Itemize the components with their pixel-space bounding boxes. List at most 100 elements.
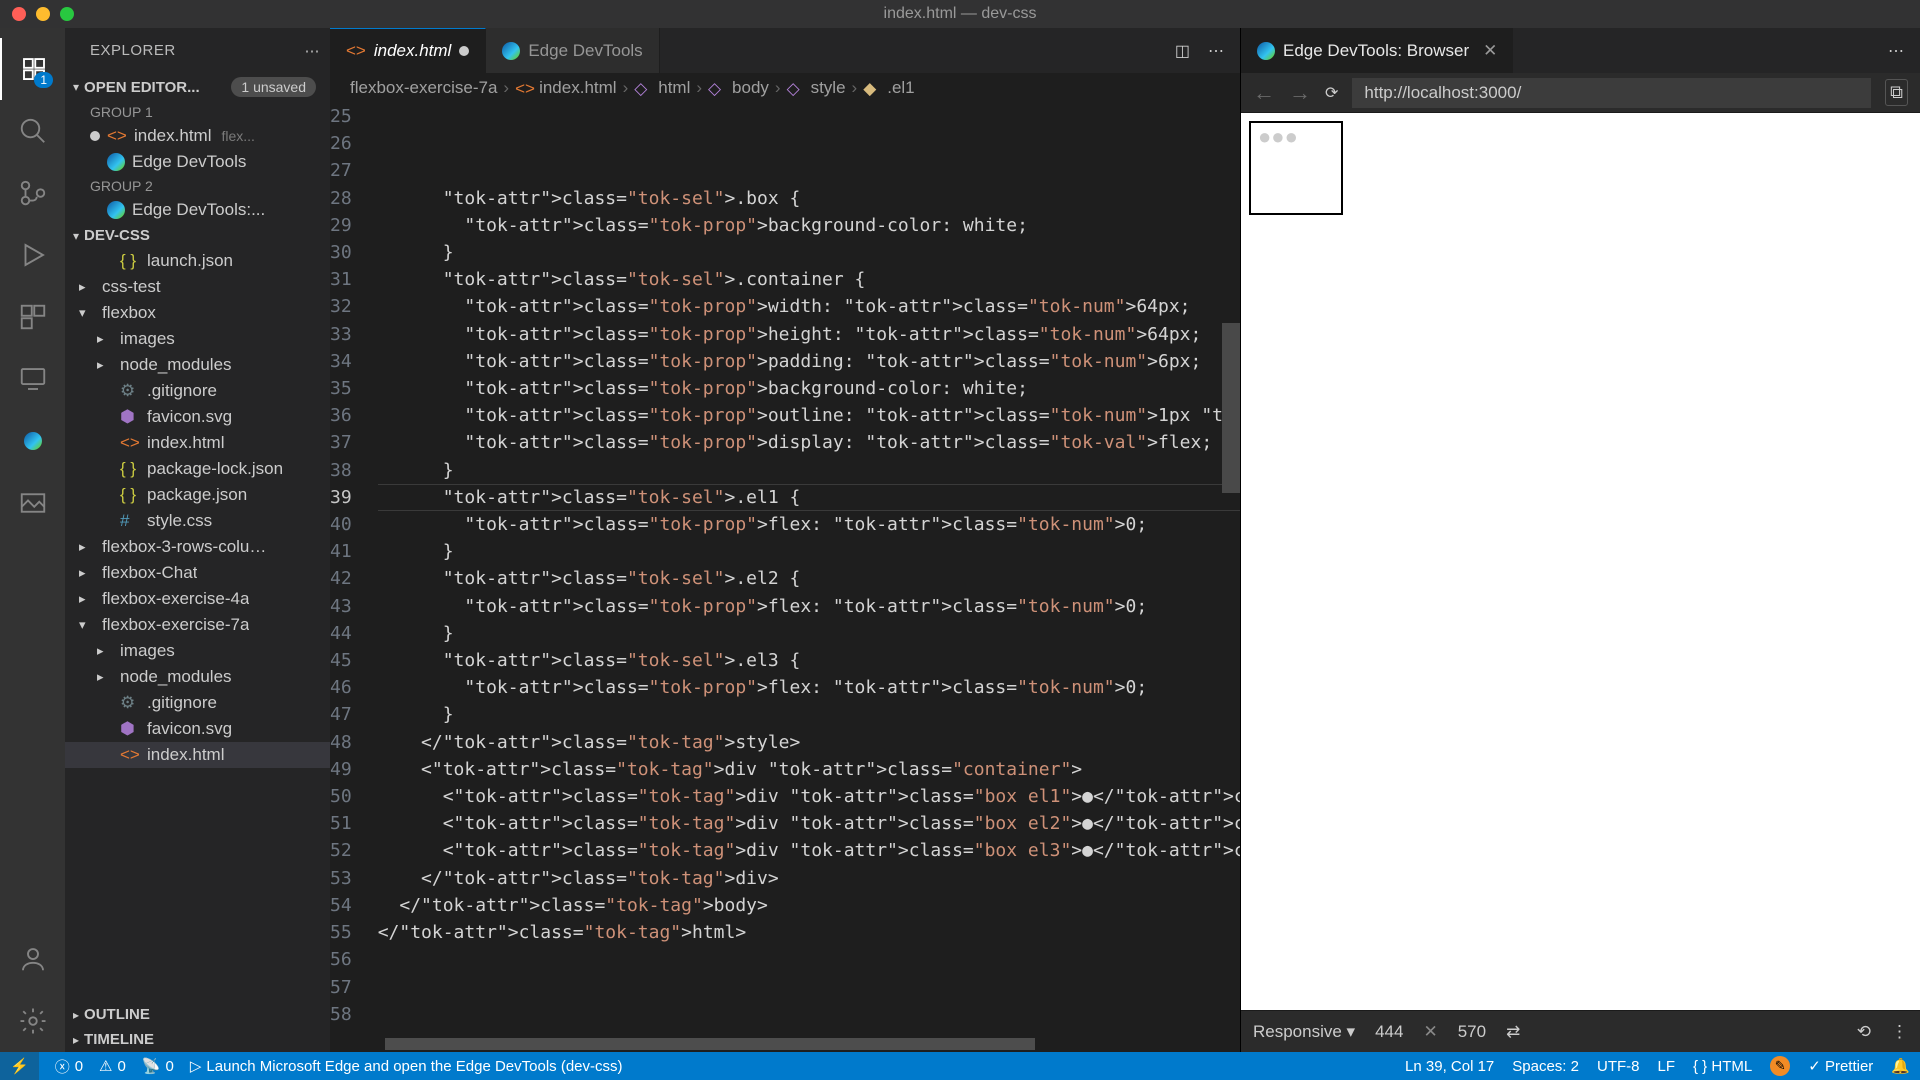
file-item[interactable]: ⚙.gitignore [65,378,330,404]
remote-indicator[interactable]: ⚡ [0,1052,39,1080]
horizontal-scrollbar[interactable] [330,1036,1240,1052]
minimize-window[interactable] [36,7,50,21]
folder-item[interactable]: ▾flexbox-exercise-7a [65,612,330,638]
minimap[interactable] [1222,103,1240,1036]
errors-status[interactable]: ⓧ 0 [55,1056,83,1077]
close-window[interactable] [12,7,26,21]
open-editors-section[interactable]: ▾ OPEN EDITOR... 1 unsaved [65,73,330,101]
tab-edge-devtools[interactable]: Edge DevTools [486,28,659,73]
breadcrumb-item[interactable]: body [732,78,769,98]
cursor-position[interactable]: Ln 39, Col 17 [1405,1058,1494,1075]
window-titlebar: index.html — dev-css [0,0,1920,28]
viewport-height[interactable]: 570 [1458,1022,1486,1042]
breadcrumb-item[interactable]: style [811,78,846,98]
ports-status[interactable]: 📡 0 [142,1057,174,1075]
back-icon[interactable]: ← [1253,80,1275,106]
close-dim-icon[interactable]: ✕ [1423,1022,1437,1042]
project-section[interactable]: ▾ DEV-CSS [65,223,330,248]
notifications-icon[interactable]: 🔔 [1891,1057,1910,1075]
eol-status[interactable]: LF [1657,1058,1675,1075]
open-editors-label: OPEN EDITOR... [84,79,200,96]
html-hint-badge[interactable]: ✎ [1770,1056,1790,1076]
breadcrumb-item[interactable]: index.html [539,78,616,98]
explorer-activity[interactable]: 1 [0,38,65,100]
breadcrumb-item[interactable]: .el1 [887,78,914,98]
extensions-activity[interactable] [0,286,65,348]
tab-index-html[interactable]: <> index.html [330,28,486,73]
edge-icon [107,201,125,219]
prettier-status[interactable]: ✓ Prettier [1808,1057,1873,1075]
code-editor[interactable]: 2526272829303132333435363738394041424344… [330,103,1240,1036]
file-item[interactable]: ⬢favicon.svg [65,716,330,742]
debug-activity[interactable] [0,224,65,286]
file-item[interactable]: ⬢favicon.svg [65,404,330,430]
folder-item[interactable]: ▸flexbox-3-rows-colu… [65,534,330,560]
refresh-icon[interactable]: ⟳ [1325,83,1338,103]
file-item[interactable]: ⚙.gitignore [65,690,330,716]
viewport-width[interactable]: 444 [1375,1022,1403,1042]
split-editor-icon[interactable]: ◫ [1175,41,1190,61]
folder-item[interactable]: ▾flexbox [65,300,330,326]
file-tree: { }launch.json▸css-test▾flexbox▸images▸n… [65,248,330,768]
chevron-right-icon: ▸ [97,669,113,685]
chevron-right-icon: ▸ [79,279,95,295]
editor-area: <> index.html Edge DevTools ◫ ⋯ flexbox-… [330,28,1240,1052]
breadcrumbs[interactable]: flexbox-exercise-7a› <> index.html› ◇ ht… [330,73,1240,103]
svg-icon: ⬢ [120,407,140,427]
settings-activity[interactable] [0,990,65,1052]
braces-icon: { } [120,251,140,271]
unsaved-badge: 1 unsaved [231,77,316,97]
language-mode[interactable]: { } HTML [1693,1058,1752,1075]
close-icon[interactable]: ✕ [1483,41,1497,61]
folder-item[interactable]: ▸flexbox-Chat [65,560,330,586]
open-editor-item[interactable]: Edge DevTools:... [65,197,330,223]
devtools-browser-tab[interactable]: Edge DevTools: Browser ✕ [1241,28,1513,73]
warnings-status[interactable]: ⚠ 0 [99,1057,126,1075]
gear-icon: ⚙ [120,693,140,713]
more-icon[interactable]: ⋮ [1891,1022,1908,1042]
open-editor-item[interactable]: <> index.html flex... [65,123,330,149]
folder-item[interactable]: ▸node_modules [65,352,330,378]
folder-item[interactable]: ▸images [65,326,330,352]
timeline-section[interactable]: ▸ TIMELINE [65,1027,330,1052]
swap-dims-icon[interactable]: ⇄ [1506,1022,1520,1042]
remote-activity[interactable] [0,348,65,410]
encoding-status[interactable]: UTF-8 [1597,1058,1640,1075]
browser-viewport[interactable]: ●●● [1241,113,1920,1010]
responsive-select[interactable]: Responsive ▾ [1253,1022,1355,1042]
chevron-right-icon: ▸ [97,331,113,347]
rotate-icon[interactable]: ⟲ [1857,1022,1871,1042]
folder-item[interactable]: ▸images [65,638,330,664]
explorer-more-icon[interactable]: ⋯ [305,42,321,60]
more-actions-icon[interactable]: ⋯ [1208,41,1224,61]
file-item[interactable]: { }package.json [65,482,330,508]
edge-icon [502,42,520,60]
folder-item[interactable]: ▸flexbox-exercise-4a [65,586,330,612]
image-activity[interactable] [0,472,65,534]
maximize-window[interactable] [60,7,74,21]
account-activity[interactable] [0,928,65,990]
folder-item[interactable]: ▸css-test [65,274,330,300]
scm-activity[interactable] [0,162,65,224]
window-title: index.html — dev-css [884,5,1037,23]
url-input[interactable] [1352,78,1871,108]
file-item[interactable]: <>index.html [65,430,330,456]
search-activity[interactable] [0,100,65,162]
edge-devtools-activity[interactable] [0,410,65,472]
file-item[interactable]: { }launch.json [65,248,330,274]
css-rule-icon: ◆ [863,79,881,97]
breadcrumb-item[interactable]: html [658,78,690,98]
file-item[interactable]: #style.css [65,508,330,534]
forward-icon[interactable]: → [1289,80,1311,106]
outline-section[interactable]: ▸ OUTLINE [65,1002,330,1027]
chevron-right-icon: ▸ [97,357,113,373]
open-external-icon[interactable]: ⧉ [1885,79,1908,106]
breadcrumb-item[interactable]: flexbox-exercise-7a [350,78,497,98]
file-item[interactable]: <>index.html [65,742,330,768]
open-editor-item[interactable]: Edge DevTools [65,149,330,175]
folder-item[interactable]: ▸node_modules [65,664,330,690]
more-actions-icon[interactable]: ⋯ [1888,41,1904,61]
launch-task[interactable]: ▷ Launch Microsoft Edge and open the Edg… [190,1057,623,1075]
file-item[interactable]: { }package-lock.json [65,456,330,482]
indent-status[interactable]: Spaces: 2 [1512,1058,1579,1075]
